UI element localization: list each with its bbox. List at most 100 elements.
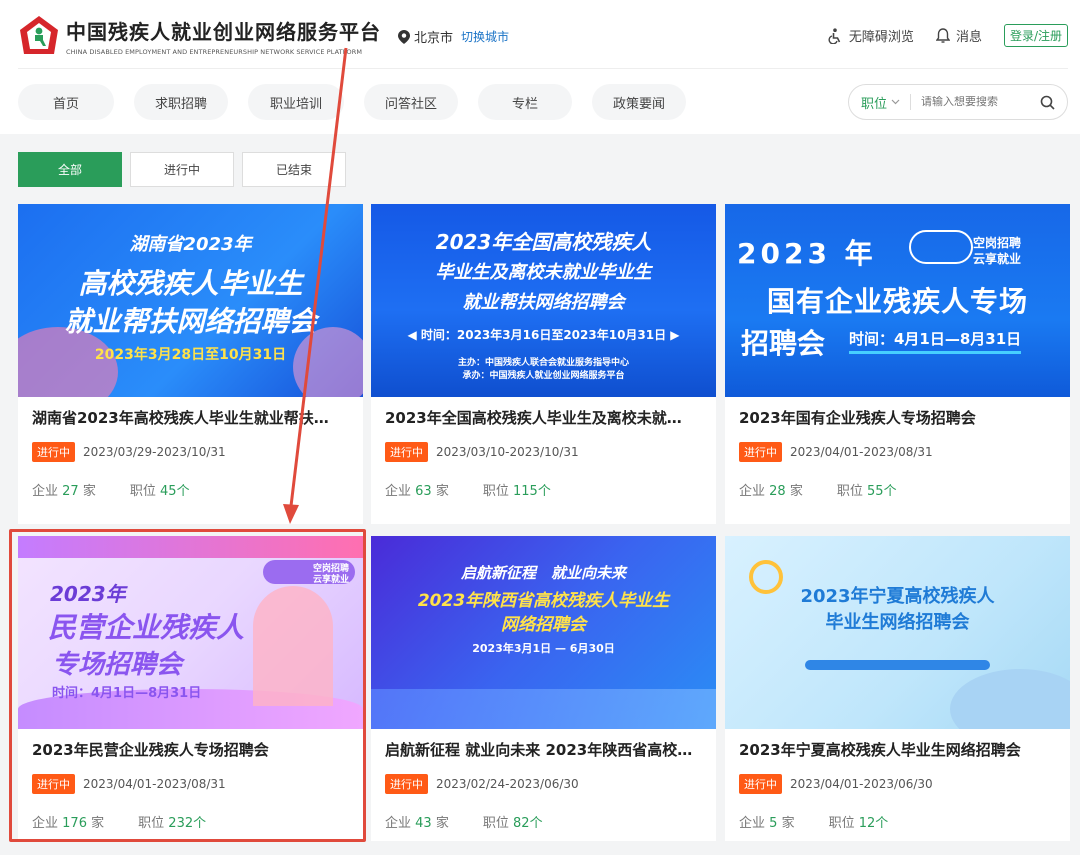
company-count: 企业 176 家 <box>32 816 105 831</box>
header-divider <box>18 68 1068 69</box>
job-count: 职位 115个 <box>482 484 551 499</box>
banner-line: 2023 年 <box>737 237 877 270</box>
card-title[interactable]: 2023年宁夏高校残疾人毕业生网络招聘会 <box>725 729 1070 760</box>
brand[interactable]: 中国残疾人就业创业网络服务平台 CHINA DISABLED EMPLOYMEN… <box>66 16 381 56</box>
header-actions: 无障碍浏览 消息 登录/注册 <box>827 24 1068 47</box>
nav-item-home[interactable]: 首页 <box>18 84 114 120</box>
banner-line: 就业帮扶网络招聘会 <box>462 292 625 313</box>
card-stats: 企业 28 家 职位 55个 <box>725 462 1070 499</box>
nav-item-column[interactable]: 专栏 <box>478 84 572 120</box>
banner-line: 时间：4月1日—8月31日 <box>849 328 1022 354</box>
status-badge: 进行中 <box>739 774 782 794</box>
job-fair-card[interactable]: 2023年 民营企业残疾人 专场招聘会 时间：4月1日—8月31日 空岗招聘 云… <box>18 536 363 841</box>
location-selector: 北京市 切换城市 <box>398 27 509 46</box>
card-title[interactable]: 启航新征程 就业向未来 2023年陕西省高校… <box>371 729 716 760</box>
banner-line: 毕业生网络招聘会 <box>825 612 970 633</box>
chevron-down-icon <box>891 99 900 105</box>
card-meta: 进行中 2023/02/24-2023/06/30 <box>371 760 716 794</box>
company-count: 企业 27 家 <box>32 484 96 499</box>
bell-icon <box>935 27 950 43</box>
card-banner: 启航新征程 就业向未来 2023年陕西省高校残疾人毕业生 网络招聘会 2023年… <box>371 536 716 729</box>
nav-item-training[interactable]: 职业培训 <box>248 84 344 120</box>
job-fair-card[interactable]: 2023 年 空岗招聘 云享就业 国有企业残疾人专场 招聘会 时间：4月1日—8… <box>725 204 1070 524</box>
card-meta: 进行中 2023/04/01-2023/08/31 <box>18 760 363 794</box>
search-separator <box>910 94 912 110</box>
card-banner: 2023年宁夏高校残疾人 毕业生网络招聘会 <box>725 536 1070 729</box>
messages-label: 消息 <box>955 30 982 45</box>
search-input[interactable] <box>921 96 1040 108</box>
banner-line: 主办：中国残疾人联合会就业服务指导中心 <box>457 358 629 368</box>
messages-button[interactable]: 消息 <box>935 26 982 45</box>
card-title[interactable]: 2023年全国高校残疾人毕业生及离校未就… <box>371 397 716 428</box>
job-fair-card[interactable]: 湖南省2023年 高校残疾人毕业生 就业帮扶网络招聘会 2023年3月28日至1… <box>18 204 363 524</box>
job-count: 职位 12个 <box>828 816 889 831</box>
banner-line: 2023年宁夏高校残疾人 <box>800 586 995 607</box>
banner-line: 2023年陕西省高校残疾人毕业生 <box>417 591 670 611</box>
card-meta: 进行中 2023/03/29-2023/10/31 <box>18 428 363 462</box>
site-header: 中国残疾人就业创业网络服务平台 CHINA DISABLED EMPLOYMEN… <box>0 0 1080 134</box>
banner-line: 云享就业 <box>312 575 349 585</box>
filter-all[interactable]: 全部 <box>18 152 122 187</box>
job-fair-card[interactable]: 2023年全国高校残疾人 毕业生及离校未就业毕业生 就业帮扶网络招聘会 ◀ 时间… <box>371 204 716 524</box>
nav-item-qa[interactable]: 问答社区 <box>364 84 458 120</box>
card-banner: 2023年全国高校残疾人 毕业生及离校未就业毕业生 就业帮扶网络招聘会 ◀ 时间… <box>371 204 716 397</box>
nav-item-jobs[interactable]: 求职招聘 <box>134 84 228 120</box>
card-date-range: 2023/03/10-2023/10/31 <box>436 445 579 459</box>
job-fair-card[interactable]: 启航新征程 就业向未来 2023年陕西省高校残疾人毕业生 网络招聘会 2023年… <box>371 536 716 841</box>
login-register-button[interactable]: 登录/注册 <box>1003 24 1068 47</box>
filter-ongoing[interactable]: 进行中 <box>130 152 234 187</box>
company-count: 企业 43 家 <box>385 816 449 831</box>
card-stats: 企业 176 家 职位 232个 <box>18 794 363 831</box>
banner-line: 云享就业 <box>973 252 1022 266</box>
card-title[interactable]: 2023年国有企业残疾人专场招聘会 <box>725 397 1070 428</box>
current-city: 北京市 <box>414 31 454 46</box>
location-pin-icon <box>398 29 410 44</box>
card-banner: 2023年 民营企业残疾人 专场招聘会 时间：4月1日—8月31日 空岗招聘 云… <box>18 536 363 729</box>
card-date-range: 2023/04/01-2023/08/31 <box>83 777 226 791</box>
status-badge: 进行中 <box>385 442 428 462</box>
card-date-range: 2023/04/01-2023/06/30 <box>790 777 933 791</box>
banner-line: 民营企业残疾人 <box>48 611 245 644</box>
accessibility-label: 无障碍浏览 <box>848 30 914 45</box>
card-meta: 进行中 2023/03/10-2023/10/31 <box>371 428 716 462</box>
banner-line: 就业帮扶网络招聘会 <box>64 305 317 338</box>
job-count: 职位 82个 <box>482 816 543 831</box>
card-stats: 企业 5 家 职位 12个 <box>725 794 1070 831</box>
search-type-value: 职位 <box>861 96 888 112</box>
nav-item-policy[interactable]: 政策要闻 <box>592 84 686 120</box>
filter-ended[interactable]: 已结束 <box>242 152 346 187</box>
status-badge: 进行中 <box>32 442 75 462</box>
company-count: 企业 5 家 <box>739 816 795 831</box>
brand-subtitle: CHINA DISABLED EMPLOYMENT AND ENTREPRENE… <box>66 48 363 56</box>
card-meta: 进行中 2023/04/01-2023/08/31 <box>725 428 1070 462</box>
company-count: 企业 28 家 <box>739 484 803 499</box>
logo-icon[interactable] <box>18 14 60 56</box>
card-date-range: 2023/03/29-2023/10/31 <box>83 445 226 459</box>
card-stats: 企业 27 家 职位 45个 <box>18 462 363 499</box>
banner-line: 空岗招聘 <box>973 236 1022 250</box>
status-badge: 进行中 <box>739 442 782 462</box>
banner-line: 湖南省2023年 <box>129 234 252 255</box>
status-filter-tabs: 全部 进行中 已结束 <box>18 152 346 187</box>
switch-city-link[interactable]: 切换城市 <box>461 28 509 45</box>
banner-line: 网络招聘会 <box>501 615 586 635</box>
card-title[interactable]: 湖南省2023年高校残疾人毕业生就业帮扶… <box>18 397 363 428</box>
card-banner: 湖南省2023年 高校残疾人毕业生 就业帮扶网络招聘会 2023年3月28日至1… <box>18 204 363 397</box>
search-type-select[interactable]: 职位 <box>861 93 900 112</box>
banner-line: 2023年 <box>50 582 126 606</box>
search-icon[interactable] <box>1040 95 1055 110</box>
status-badge: 进行中 <box>32 774 75 794</box>
company-count: 企业 63 家 <box>385 484 449 499</box>
wheelchair-icon <box>828 27 841 44</box>
job-fair-card[interactable]: 2023年宁夏高校残疾人 毕业生网络招聘会 2023年宁夏高校残疾人毕业生网络招… <box>725 536 1070 841</box>
accessibility-button[interactable]: 无障碍浏览 <box>827 26 914 45</box>
banner-line: 2023年3月1日 — 6月30日 <box>472 642 615 655</box>
card-stats: 企业 43 家 职位 82个 <box>371 794 716 831</box>
job-count: 职位 45个 <box>129 484 190 499</box>
banner-line: 启航新征程 就业向未来 <box>460 564 626 582</box>
job-count: 职位 232个 <box>138 816 207 831</box>
banner-line: 2023年3月28日至10月31日 <box>94 347 287 363</box>
card-date-range: 2023/02/24-2023/06/30 <box>436 777 579 791</box>
card-meta: 进行中 2023/04/01-2023/06/30 <box>725 760 1070 794</box>
card-title[interactable]: 2023年民营企业残疾人专场招聘会 <box>18 729 363 760</box>
